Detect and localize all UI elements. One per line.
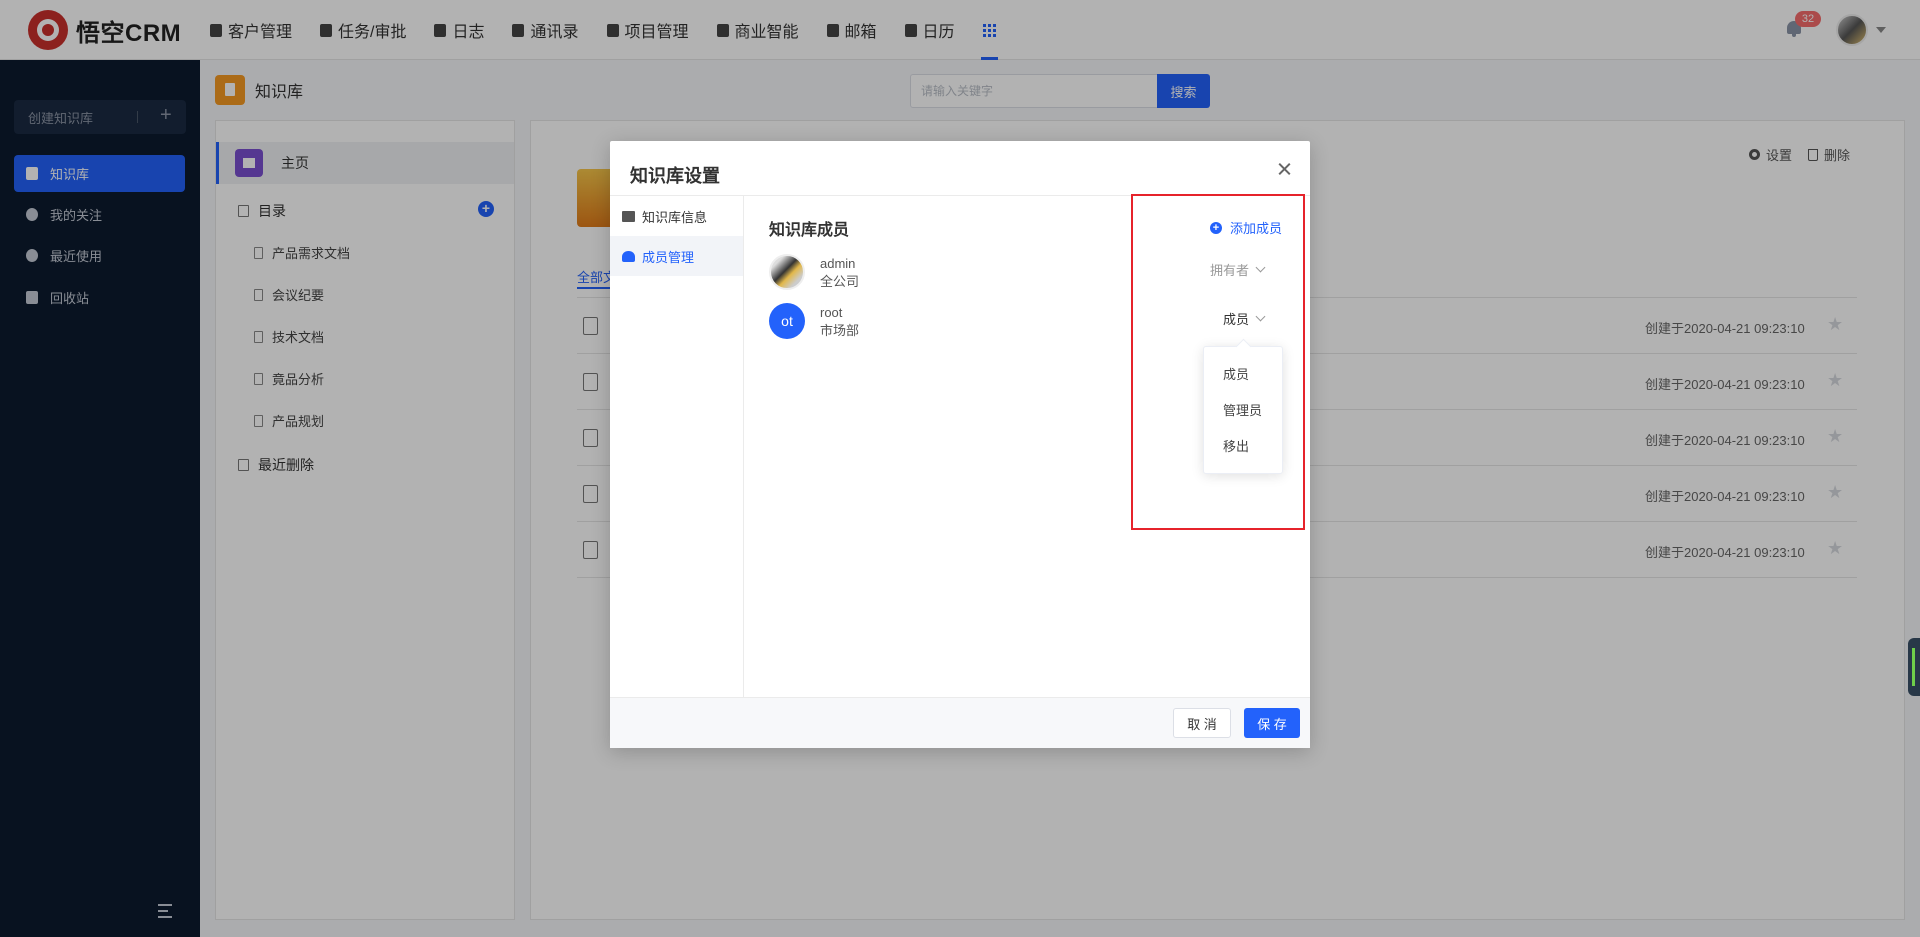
dialog-tab-label: 成员管理 (642, 249, 695, 265)
avatar: ot (769, 303, 805, 339)
close-icon[interactable] (1274, 157, 1298, 181)
avatar (769, 254, 805, 290)
save-button[interactable]: 保 存 (1244, 708, 1300, 738)
dialog-side-menu: 知识库信息 成员管理 (610, 196, 744, 697)
dialog-tab-label: 知识库信息 (642, 209, 708, 225)
dialog-tab-member-management[interactable]: 成员管理 (610, 236, 743, 276)
info-list-icon (622, 210, 635, 222)
dialog-tab-kb-info[interactable]: 知识库信息 (610, 196, 743, 236)
member-department: 全公司 (820, 274, 860, 289)
annotation-highlight-box (1131, 194, 1305, 530)
users-icon (622, 250, 635, 262)
cancel-button[interactable]: 取 消 (1173, 708, 1231, 738)
dialog-title: 知识库设置 (630, 166, 720, 186)
member-name: root (820, 305, 843, 320)
members-section-title: 知识库成员 (769, 222, 850, 239)
member-name: admin (820, 256, 856, 271)
dialog-footer: 取 消 保 存 (610, 697, 1310, 748)
member-department: 市场部 (820, 323, 860, 338)
floating-side-handle[interactable] (1908, 638, 1920, 696)
